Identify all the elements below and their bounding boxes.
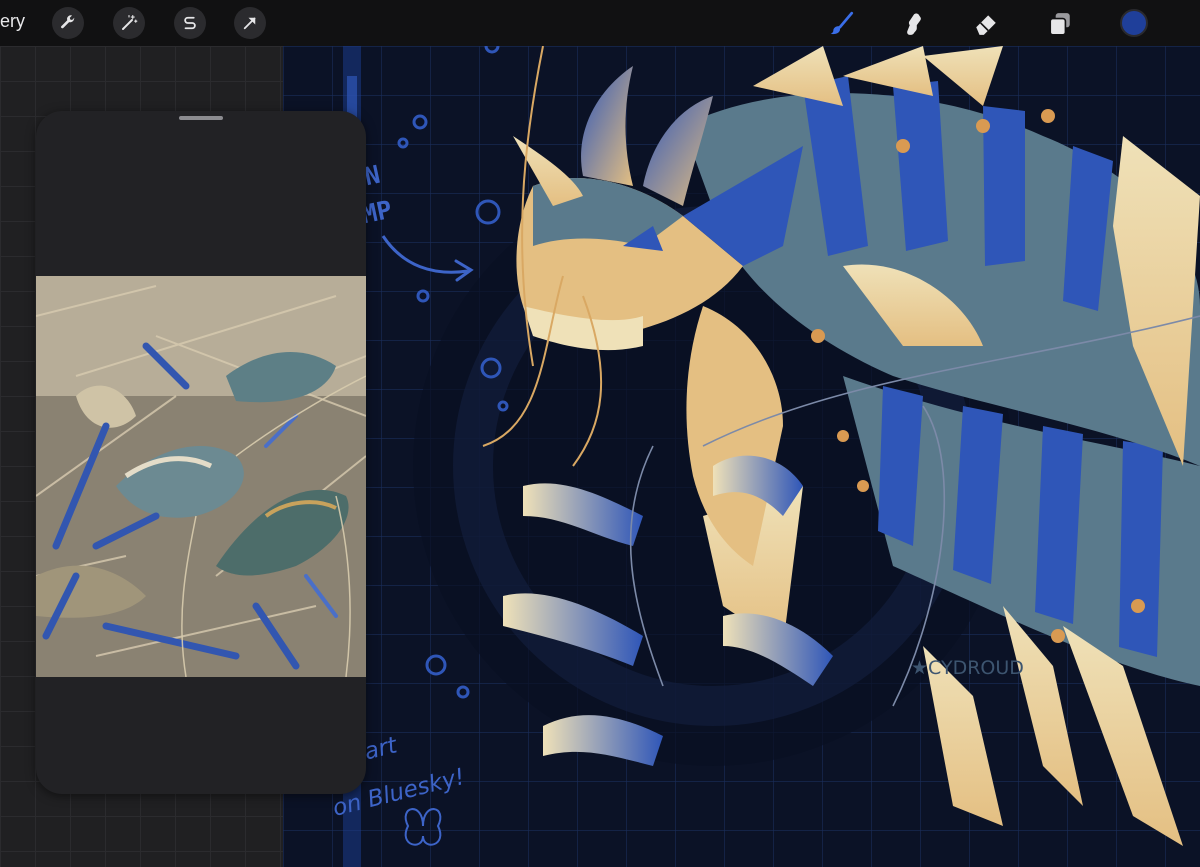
artist-signature: ★CYDROUD <box>911 657 1024 679</box>
selection-icon <box>184 16 196 30</box>
selection-button[interactable] <box>174 7 206 39</box>
layers-tool[interactable] <box>1044 8 1076 40</box>
brush-tool[interactable] <box>826 8 858 40</box>
layers-icon <box>1049 13 1070 36</box>
gallery-button[interactable]: ery <box>0 11 25 32</box>
shrimp-photo-image <box>36 276 366 677</box>
color-picker-button[interactable] <box>1120 9 1148 37</box>
eraser-tool[interactable] <box>970 8 1002 40</box>
eraser-icon <box>976 15 996 35</box>
artwork-canvas[interactable]: DRAGON SHRIMP Full art on Bluesky! ★CYDR… <box>283 46 1200 867</box>
smudge-tool[interactable] <box>897 8 929 40</box>
reference-panel[interactable] <box>36 111 366 794</box>
transform-arrow-icon <box>243 17 256 30</box>
reference-image <box>36 276 366 677</box>
dragon-shrimp-illustration: DRAGON SHRIMP Full art on Bluesky! ★CYDR… <box>283 46 1200 867</box>
magic-wand-icon <box>122 14 138 30</box>
transform-button[interactable] <box>234 7 266 39</box>
reference-drag-handle[interactable] <box>179 116 223 120</box>
adjustments-button[interactable] <box>113 7 145 39</box>
wrench-icon <box>61 15 75 29</box>
actions-button[interactable] <box>52 7 84 39</box>
brush-icon <box>830 11 854 35</box>
top-toolbar: ery <box>0 0 1200 46</box>
smudge-icon <box>907 13 921 35</box>
